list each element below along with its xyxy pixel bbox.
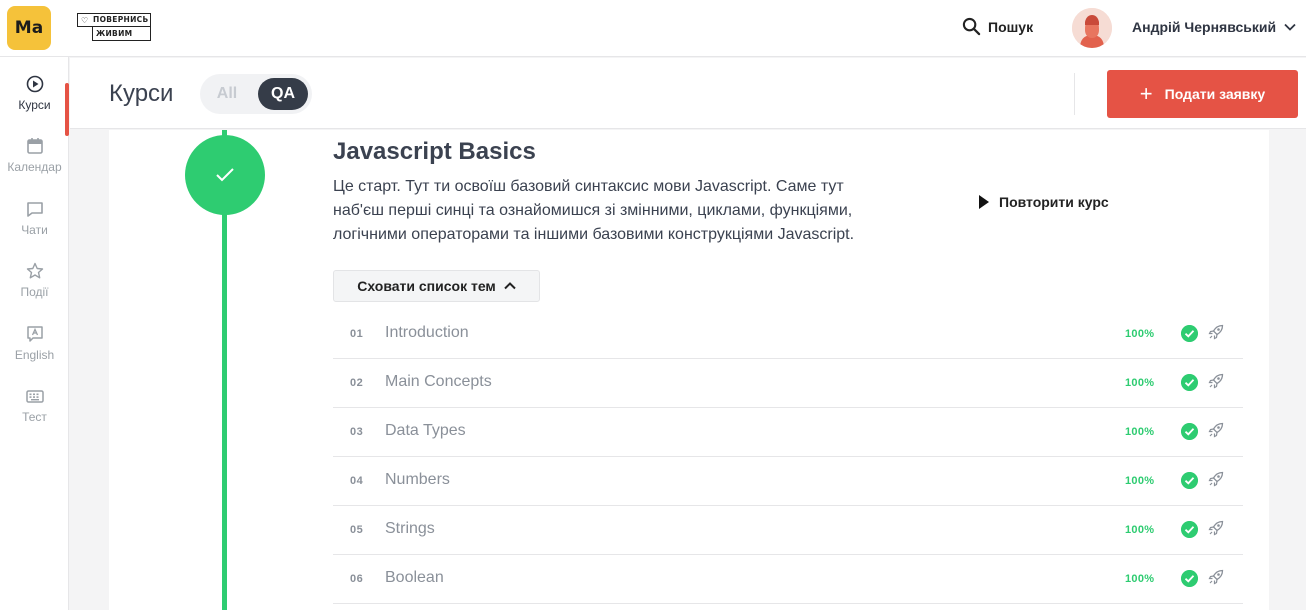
sidebar-item-label: Курси bbox=[18, 98, 51, 112]
topic-progress: 100% bbox=[1125, 475, 1155, 487]
keyboard-icon bbox=[25, 390, 44, 403]
sidebar-item-label: Тест bbox=[22, 410, 47, 424]
topic-name: Main Concepts bbox=[385, 373, 492, 390]
topic-number: 06 bbox=[350, 573, 364, 585]
calendar-icon bbox=[26, 138, 43, 154]
partner-line2: ЖИВИМ bbox=[92, 27, 151, 41]
sidebar-item-courses[interactable]: Курси bbox=[0, 74, 69, 136]
sidebar-item-label: Події bbox=[20, 285, 49, 299]
sidebar: Курси Календар Чати Події English Тест bbox=[0, 57, 69, 610]
username: Андрій Чернявський bbox=[1132, 19, 1277, 35]
avatar[interactable] bbox=[1072, 8, 1112, 48]
topic-progress: 100% bbox=[1125, 377, 1155, 389]
topic-number: 04 bbox=[350, 475, 364, 487]
topic-progress: 100% bbox=[1125, 426, 1155, 438]
sidebar-item-chats[interactable]: Чати bbox=[0, 199, 69, 259]
topics-list: 01 Introduction 100% 02 Main Concepts 10… bbox=[333, 310, 1243, 604]
course-card: Javascript Basics Це старт. Тут ти освої… bbox=[109, 130, 1269, 610]
sidebar-item-label: English bbox=[14, 348, 55, 362]
check-circle-icon bbox=[1181, 570, 1198, 587]
apply-button-label: Подати заявку bbox=[1164, 86, 1266, 102]
course-description: Це старт. Тут ти освоїш базовий синтакси… bbox=[333, 178, 855, 243]
topic-name: Data Types bbox=[385, 422, 466, 439]
page-title: Курси bbox=[109, 80, 174, 107]
search-button[interactable]: Пошук bbox=[962, 17, 1033, 36]
rocket-icon[interactable] bbox=[1208, 422, 1224, 438]
toggle-topics-label: Сховати список тем bbox=[357, 278, 496, 294]
rocket-icon[interactable] bbox=[1208, 569, 1224, 585]
top-bar: Ma ♡ ПОВЕРНИСЬ ЖИВИМ Пошук Андрій Чернявс… bbox=[0, 0, 1306, 57]
topic-row[interactable]: 01 Introduction 100% bbox=[333, 310, 1243, 359]
course-title: Javascript Basics bbox=[333, 138, 536, 165]
chat-icon bbox=[26, 202, 43, 217]
topic-number: 05 bbox=[350, 524, 364, 536]
filter-all[interactable]: All bbox=[206, 78, 248, 110]
topic-row[interactable]: 06 Boolean 100% bbox=[333, 555, 1243, 604]
topic-progress: 100% bbox=[1125, 524, 1155, 536]
rocket-icon[interactable] bbox=[1208, 520, 1224, 536]
divider bbox=[1074, 73, 1075, 115]
star-icon bbox=[26, 262, 43, 279]
toggle-topics-button[interactable]: Сховати список тем bbox=[333, 270, 540, 302]
topic-name: Boolean bbox=[385, 569, 444, 586]
sidebar-item-test[interactable]: Тест bbox=[0, 386, 69, 446]
check-circle-icon bbox=[1181, 374, 1198, 391]
topic-progress: 100% bbox=[1125, 328, 1155, 340]
topic-number: 03 bbox=[350, 426, 364, 438]
sidebar-item-events[interactable]: Події bbox=[0, 261, 69, 321]
check-circle-icon bbox=[1181, 325, 1198, 342]
topic-row[interactable]: 04 Numbers 100% bbox=[333, 457, 1243, 506]
sidebar-item-label: Чати bbox=[21, 223, 48, 237]
completed-check-icon bbox=[185, 135, 265, 215]
sidebar-item-calendar[interactable]: Календар bbox=[0, 136, 69, 196]
check-circle-icon bbox=[1181, 472, 1198, 489]
partner-logo[interactable]: ♡ ПОВЕРНИСЬ ЖИВИМ bbox=[77, 13, 151, 43]
search-label: Пошук bbox=[988, 18, 1034, 35]
play-icon bbox=[979, 195, 989, 209]
search-icon bbox=[962, 17, 981, 36]
topic-row[interactable]: 03 Data Types 100% bbox=[333, 408, 1243, 457]
rocket-icon[interactable] bbox=[1208, 324, 1224, 340]
check-circle-icon bbox=[1181, 521, 1198, 538]
chevron-down-icon bbox=[1284, 23, 1296, 31]
english-icon bbox=[26, 326, 43, 342]
chevron-up-icon bbox=[504, 282, 516, 290]
topic-number: 02 bbox=[350, 377, 364, 389]
topic-name: Numbers bbox=[385, 471, 450, 488]
user-menu[interactable]: Андрій Чернявський bbox=[1132, 19, 1296, 35]
course-filter: All QA bbox=[200, 74, 312, 114]
topic-number: 01 bbox=[350, 328, 364, 340]
topic-name: Strings bbox=[385, 520, 435, 537]
heart-icon: ♡ bbox=[81, 16, 89, 25]
topic-row[interactable]: 05 Strings 100% bbox=[333, 506, 1243, 555]
partner-line1: ПОВЕРНИСЬ bbox=[93, 15, 149, 24]
repeat-course-button[interactable]: Повторити курс bbox=[979, 194, 1109, 210]
rocket-icon[interactable] bbox=[1208, 471, 1224, 487]
repeat-course-label: Повторити курс bbox=[999, 194, 1109, 210]
filter-qa[interactable]: QA bbox=[258, 78, 308, 110]
rocket-icon[interactable] bbox=[1208, 373, 1224, 389]
topic-name: Introduction bbox=[385, 324, 469, 341]
play-circle-icon bbox=[26, 75, 43, 93]
app-logo[interactable]: Ma bbox=[7, 6, 51, 50]
plus-icon: + bbox=[1139, 81, 1153, 106]
courses-header: Курси All QA + Подати заявку bbox=[70, 58, 1306, 129]
check-circle-icon bbox=[1181, 423, 1198, 440]
topic-row[interactable]: 02 Main Concepts 100% bbox=[333, 359, 1243, 408]
apply-button[interactable]: + Подати заявку bbox=[1107, 70, 1298, 118]
avatar-image bbox=[1072, 8, 1112, 48]
topic-progress: 100% bbox=[1125, 573, 1155, 585]
sidebar-item-english[interactable]: English bbox=[0, 324, 69, 384]
sidebar-item-label: Календар bbox=[7, 160, 62, 174]
